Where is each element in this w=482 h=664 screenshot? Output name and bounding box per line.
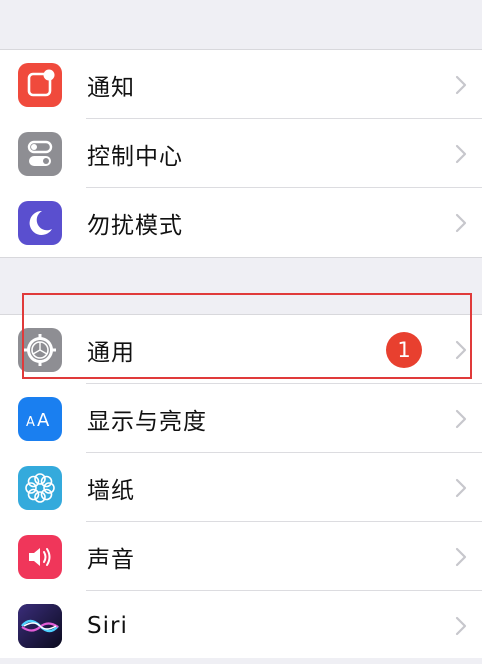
chevron-right-icon bbox=[455, 144, 467, 164]
settings-row-label: Siri bbox=[87, 612, 128, 639]
notifications-icon bbox=[18, 63, 62, 107]
settings-row-label: 控制中心 bbox=[87, 143, 183, 170]
settings-row-label: 通知 bbox=[87, 74, 135, 101]
settings-row-do-not-disturb[interactable]: 勿扰模式 bbox=[0, 188, 482, 257]
settings-screen: 通知 控制中心 勿扰模式 通用 1 A A 显示与亮度 墙纸 声音 Siri bbox=[0, 0, 482, 664]
settings-row-label: 墙纸 bbox=[87, 477, 135, 504]
chevron-right-icon bbox=[455, 213, 467, 233]
chevron-right-icon bbox=[455, 75, 467, 95]
section-spacer bbox=[0, 257, 482, 315]
settings-row-label: 勿扰模式 bbox=[87, 212, 183, 239]
settings-row-label: 显示与亮度 bbox=[87, 408, 207, 435]
settings-row-display-brightness[interactable]: A A 显示与亮度 bbox=[0, 384, 482, 453]
gear-icon bbox=[18, 328, 62, 372]
settings-row-general[interactable]: 通用 1 bbox=[0, 315, 482, 384]
svg-text:A: A bbox=[26, 415, 35, 430]
bottom-spacer bbox=[0, 658, 482, 664]
control-center-icon bbox=[18, 132, 62, 176]
settings-row-wallpaper[interactable]: 墙纸 bbox=[0, 453, 482, 522]
settings-row-control-center[interactable]: 控制中心 bbox=[0, 119, 482, 188]
siri-icon bbox=[18, 604, 62, 648]
settings-row-label: 通用 bbox=[87, 339, 135, 366]
settings-row-notifications[interactable]: 通知 bbox=[0, 50, 482, 119]
svg-text:A: A bbox=[37, 410, 50, 431]
top-spacer bbox=[0, 0, 482, 50]
chevron-right-icon bbox=[455, 616, 467, 636]
chevron-right-icon bbox=[455, 409, 467, 429]
settings-row-siri[interactable]: Siri bbox=[0, 591, 482, 660]
settings-group-2: 通用 1 A A 显示与亮度 墙纸 声音 Siri bbox=[0, 315, 482, 660]
wallpaper-flower-icon bbox=[18, 466, 62, 510]
settings-group-1: 通知 控制中心 勿扰模式 bbox=[0, 50, 482, 257]
moon-icon bbox=[18, 201, 62, 245]
speaker-icon bbox=[18, 535, 62, 579]
chevron-right-icon bbox=[455, 340, 467, 360]
display-brightness-icon: A A bbox=[18, 397, 62, 441]
settings-row-sounds[interactable]: 声音 bbox=[0, 522, 482, 591]
notification-badge: 1 bbox=[386, 332, 422, 368]
chevron-right-icon bbox=[455, 478, 467, 498]
chevron-right-icon bbox=[455, 547, 467, 567]
settings-row-label: 声音 bbox=[87, 546, 135, 573]
